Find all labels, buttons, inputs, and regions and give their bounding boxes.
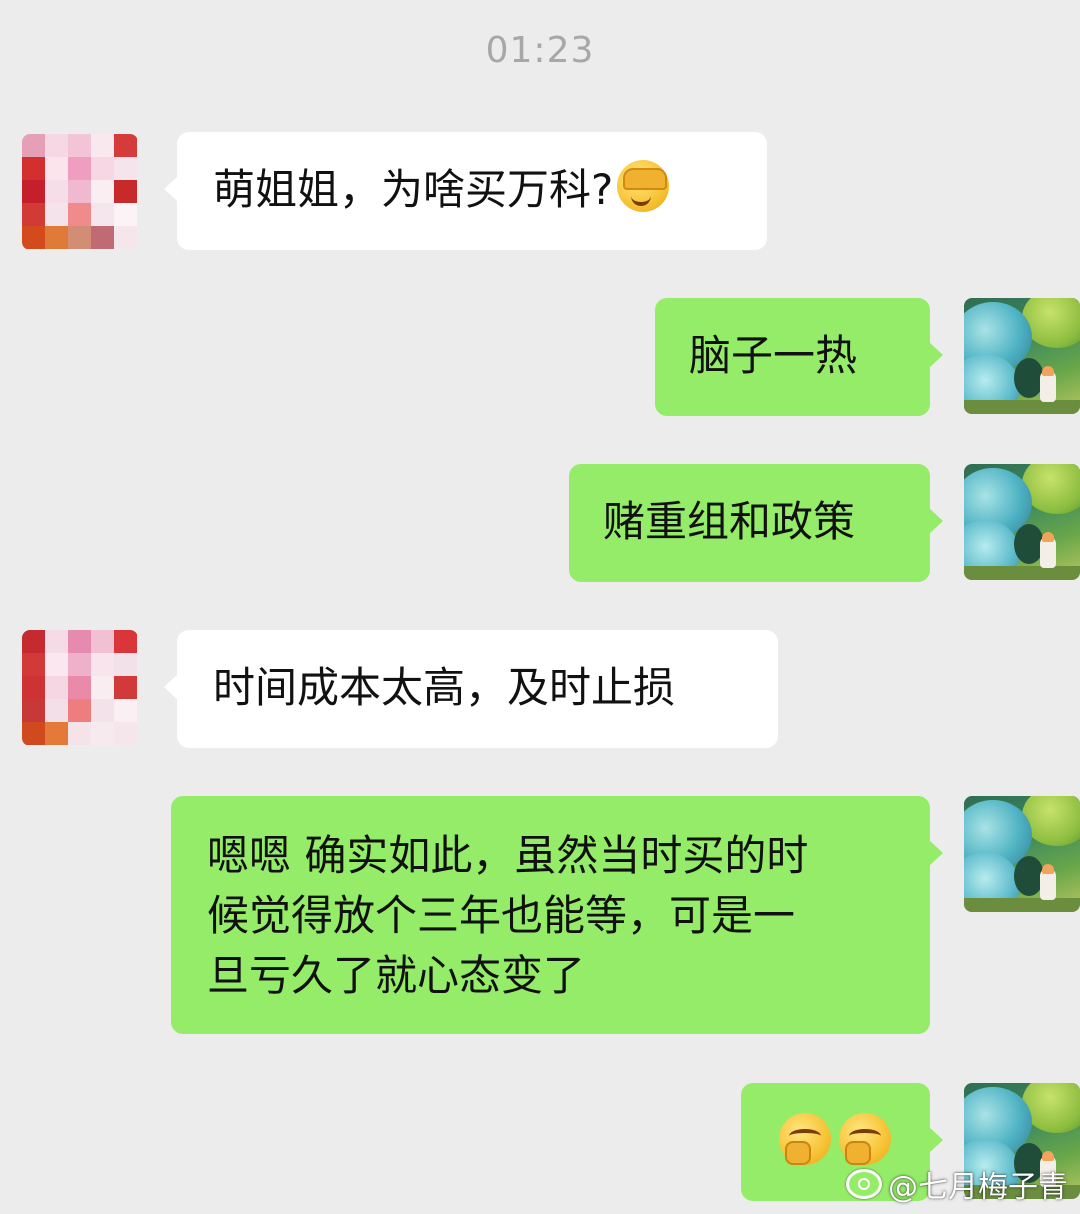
message-text: 赌重组和政策 — [603, 497, 856, 546]
message-text: 脑子一热 — [689, 331, 858, 380]
facepalm-emoji — [617, 160, 670, 212]
my-avatar[interactable] — [964, 796, 1080, 912]
message-text-line: 旦亏久了就心态变了 — [207, 951, 586, 1000]
contact-avatar[interactable] — [22, 134, 138, 250]
weibo-watermark: @七月梅子青 — [846, 1162, 1068, 1206]
outgoing-message-bubble[interactable]: 赌重组和政策 — [569, 464, 943, 582]
message-text: 萌姐姐，为啥买万科? — [213, 165, 614, 214]
weibo-logo-icon — [846, 1169, 882, 1199]
message-text-line: 嗯嗯 确实如此，虽然当时买的时 — [207, 831, 809, 880]
message-text: 时间成本太高，及时止损 — [213, 663, 676, 712]
smirk-emoji — [839, 1113, 891, 1165]
contact-avatar[interactable] — [22, 630, 138, 746]
incoming-message-bubble[interactable]: 萌姐姐，为啥买万科? — [164, 132, 767, 250]
incoming-message-bubble[interactable]: 时间成本太高，及时止损 — [164, 630, 778, 748]
message-text-line: 候觉得放个三年也能等，可是一 — [207, 891, 796, 940]
my-avatar[interactable] — [964, 298, 1080, 414]
chat-timestamp: 01:23 — [485, 30, 595, 71]
smirk-emoji — [779, 1113, 831, 1165]
watermark-text: @七月梅子青 — [888, 1170, 1068, 1205]
my-avatar[interactable] — [964, 464, 1080, 580]
outgoing-message-bubble[interactable]: 脑子一热 — [655, 298, 943, 416]
outgoing-message-bubble[interactable]: 嗯嗯 确实如此，虽然当时买的时 候觉得放个三年也能等，可是一 旦亏久了就心态变了 — [171, 796, 943, 1034]
